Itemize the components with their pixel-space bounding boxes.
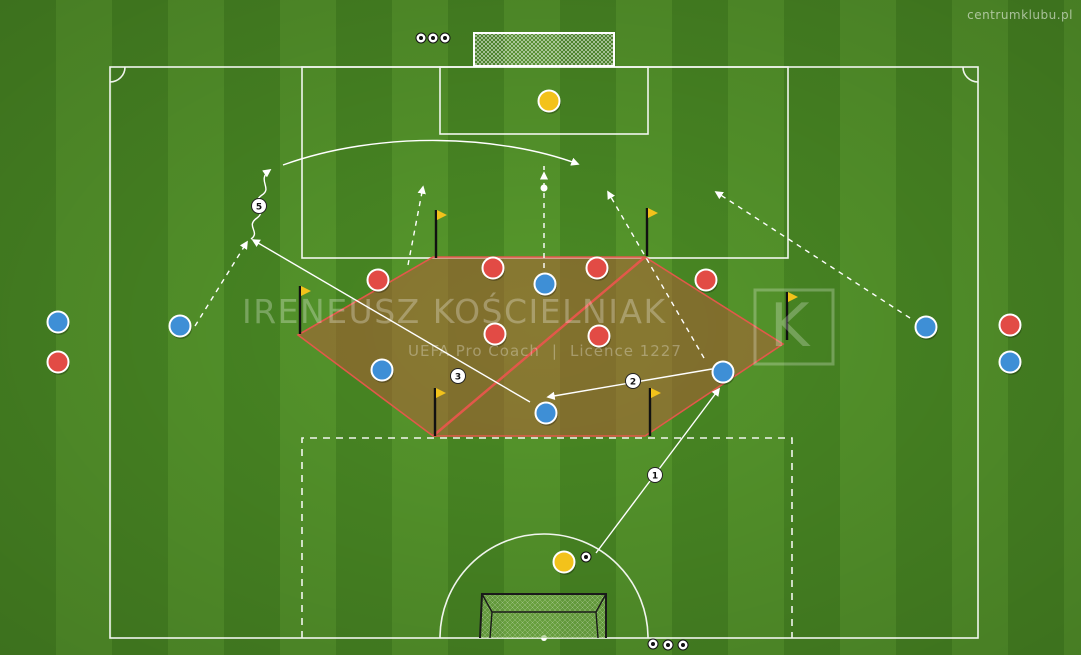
soccer-ball-icon [427, 32, 439, 44]
svg-text:3: 3 [455, 373, 461, 383]
svg-text:1: 1 [652, 472, 658, 482]
goal-net-icon [479, 593, 607, 639]
site-credit: centrumklubu.pl [967, 8, 1073, 22]
soccer-ball-icon [580, 551, 592, 563]
soccer-ball-icon [647, 638, 659, 650]
goal-net-icon [473, 32, 615, 67]
soccer-ball-icon [415, 32, 427, 44]
watermark-role: UEFA Pro Coach [408, 342, 540, 360]
watermark-name: IRENEUSZ KOŚCIELNIAK [242, 292, 667, 331]
svg-text:2: 2 [630, 378, 636, 388]
soccer-ball-icon [677, 639, 689, 651]
watermark-subtitle: UEFA Pro Coach | Licence 1227 [408, 342, 682, 360]
step-label-2: 2 [625, 373, 641, 389]
training-drill-diagram: 1 2 3 5 centrumklubu.pl IRENEUSZ KOŚCIELNIA… [0, 0, 1081, 655]
step-label-5: 5 [251, 198, 267, 214]
watermark-licence: Licence 1227 [569, 342, 682, 360]
step-label-1: 1 [647, 467, 663, 483]
svg-text:5: 5 [256, 203, 262, 213]
soccer-ball-icon [662, 639, 674, 651]
watermark-logo-letter: K [770, 291, 810, 361]
watermark-separator: | [551, 342, 558, 360]
step-label-3: 3 [450, 368, 466, 384]
soccer-ball-icon [439, 32, 451, 44]
